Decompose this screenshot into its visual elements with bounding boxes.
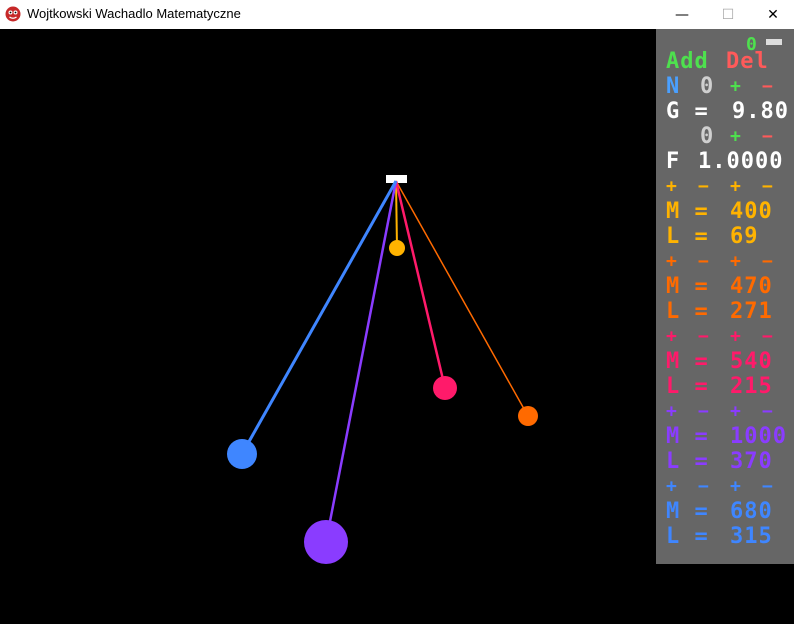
p4-l-value: 370 xyxy=(730,449,773,474)
f-label: F xyxy=(666,149,681,174)
p1-l-plus-button[interactable]: + xyxy=(730,174,742,199)
add-button[interactable]: Add xyxy=(666,49,709,74)
p1-m-plus-button[interactable]: + xyxy=(666,174,678,199)
p5-l-label: L = xyxy=(666,524,709,549)
app-icon xyxy=(5,6,21,22)
maximize-button[interactable]: ☐ xyxy=(705,0,751,29)
minimize-icon: — xyxy=(675,6,689,23)
p4-m-value: 1000 xyxy=(730,424,787,449)
pendulum-rod-2 xyxy=(395,180,529,417)
p1-m-label: M = xyxy=(666,199,709,224)
p2-m-plus-button[interactable]: + xyxy=(666,249,678,274)
pendulum-rod-5 xyxy=(240,180,398,455)
p4-l-minus-button[interactable]: − xyxy=(762,399,774,424)
p5-l-value: 315 xyxy=(730,524,773,549)
p4-m-minus-button[interactable]: − xyxy=(698,399,710,424)
p2-m-value: 470 xyxy=(730,274,773,299)
minimize-button[interactable]: — xyxy=(659,0,705,29)
minimize-panel-icon[interactable] xyxy=(766,39,782,45)
p2-m-minus-button[interactable]: − xyxy=(698,249,710,274)
f-value: 1.0000 xyxy=(698,149,784,174)
p3-m-label: M = xyxy=(666,349,709,374)
p4-l-label: L = xyxy=(666,449,709,474)
window-title: Wojtkowski Wachadlo Matematyczne xyxy=(27,6,241,21)
title-bar: Wojtkowski Wachadlo Matematyczne — ☐ ✕ xyxy=(0,0,794,29)
pendulum-bob-2 xyxy=(518,406,538,426)
p2-l-label: L = xyxy=(666,299,709,324)
p4-m-plus-button[interactable]: + xyxy=(666,399,678,424)
p2-m-label: M = xyxy=(666,274,709,299)
p3-l-value: 215 xyxy=(730,374,773,399)
p5-m-minus-button[interactable]: − xyxy=(698,474,710,499)
p1-m-minus-button[interactable]: − xyxy=(698,174,710,199)
p2-l-plus-button[interactable]: + xyxy=(730,249,742,274)
close-icon: ✕ xyxy=(767,6,779,23)
n-plus-button[interactable]: + xyxy=(730,74,742,99)
p2-l-value: 271 xyxy=(730,299,773,324)
pendulum-bob-1 xyxy=(389,240,405,256)
n-value: 0 xyxy=(700,74,715,99)
p5-m-plus-button[interactable]: + xyxy=(666,474,678,499)
pendulum-bob-4 xyxy=(304,520,348,564)
pendulum-bob-5 xyxy=(227,439,257,469)
g-label: G = xyxy=(666,99,709,124)
p3-m-minus-button[interactable]: − xyxy=(698,324,710,349)
g-step-value: 0 xyxy=(700,124,715,149)
p4-m-label: M = xyxy=(666,424,709,449)
p5-m-label: M = xyxy=(666,499,709,524)
g-minus-button[interactable]: − xyxy=(762,124,774,149)
p3-l-plus-button[interactable]: + xyxy=(730,324,742,349)
p3-l-minus-button[interactable]: − xyxy=(762,324,774,349)
g-value: 9.80 xyxy=(732,99,789,124)
p3-m-value: 540 xyxy=(730,349,773,374)
pendulum-rod-1 xyxy=(395,180,398,249)
n-minus-button[interactable]: − xyxy=(762,74,774,99)
p3-m-plus-button[interactable]: + xyxy=(666,324,678,349)
p3-l-label: L = xyxy=(666,374,709,399)
pendulum-bob-3 xyxy=(433,376,457,400)
p5-l-minus-button[interactable]: − xyxy=(762,474,774,499)
pendulum-rod-3 xyxy=(394,180,447,389)
p5-m-value: 680 xyxy=(730,499,773,524)
p1-l-label: L = xyxy=(666,224,709,249)
p1-l-minus-button[interactable]: − xyxy=(762,174,774,199)
n-label: N xyxy=(666,74,681,99)
maximize-icon: ☐ xyxy=(721,6,735,23)
p2-l-minus-button[interactable]: − xyxy=(762,249,774,274)
p1-m-value: 400 xyxy=(730,199,773,224)
pendulum-rod-4 xyxy=(324,180,398,543)
p5-l-plus-button[interactable]: + xyxy=(730,474,742,499)
p4-l-plus-button[interactable]: + xyxy=(730,399,742,424)
close-button[interactable]: ✕ xyxy=(750,0,794,29)
control-panel: 0 Add Del N 0 + − G = 9.80 0 + − F 1.000… xyxy=(656,29,794,564)
del-button[interactable]: Del xyxy=(726,49,769,74)
p1-l-value: 69 xyxy=(730,224,759,249)
g-plus-button[interactable]: + xyxy=(730,124,742,149)
